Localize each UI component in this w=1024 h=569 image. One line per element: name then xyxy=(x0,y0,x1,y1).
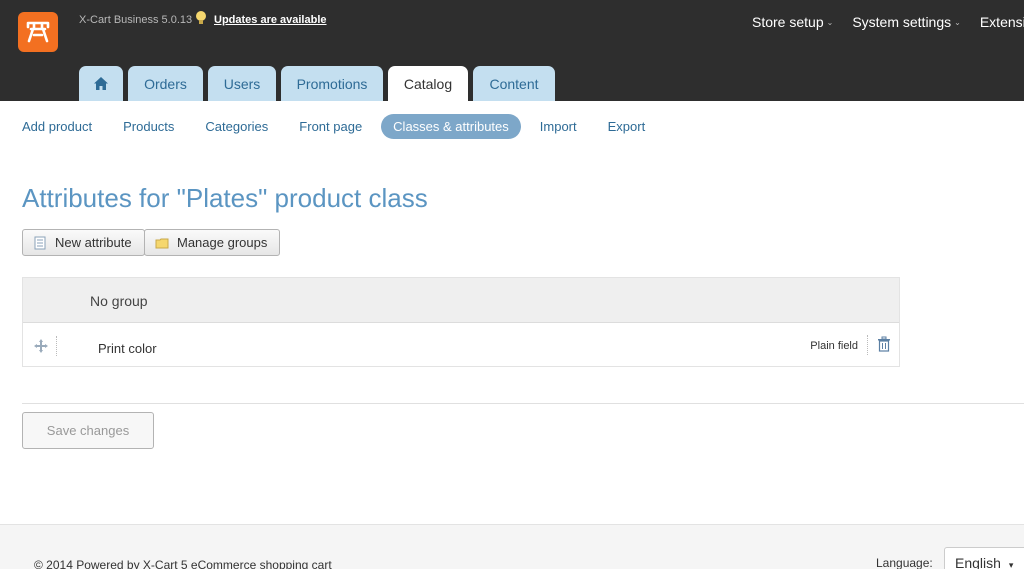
xcart-logo[interactable] xyxy=(18,12,58,52)
catalog-subnav: Add product Products Categories Front pa… xyxy=(10,114,664,139)
logo-icon xyxy=(26,21,50,43)
updates-link[interactable]: Updates are available xyxy=(214,14,327,26)
tab-catalog[interactable]: Catalog xyxy=(388,66,468,101)
topnav-extensions[interactable]: Extensions xyxy=(980,14,1024,30)
subnav-export[interactable]: Export xyxy=(596,114,658,139)
page-title: Attributes for "Plates" product class xyxy=(22,183,428,213)
subnav-classes-attributes[interactable]: Classes & attributes xyxy=(381,114,521,139)
tab-users[interactable]: Users xyxy=(208,66,276,101)
manage-groups-button[interactable]: Manage groups xyxy=(144,229,281,256)
subnav-add-product[interactable]: Add product xyxy=(10,114,104,139)
table-row: Print color Plain field xyxy=(23,323,899,367)
subnav-import[interactable]: Import xyxy=(528,114,589,139)
tab-content[interactable]: Content xyxy=(473,66,555,101)
lightbulb-icon xyxy=(196,11,206,24)
tab-home[interactable] xyxy=(79,66,123,101)
top-header: X-Cart Business 5.0.13 Updates are avail… xyxy=(0,0,1024,101)
group-header: No group xyxy=(23,278,899,323)
chevron-down-icon: ⌄ xyxy=(954,17,961,27)
divider xyxy=(867,335,868,355)
divider xyxy=(56,336,57,356)
language-label: Language: xyxy=(876,556,933,569)
main-tabs: Orders Users Promotions Catalog Content xyxy=(79,66,560,101)
tab-promotions[interactable]: Promotions xyxy=(281,66,383,101)
drag-handle-icon[interactable] xyxy=(33,338,49,354)
top-nav: Store setup⌄ System settings⌄ Extensions xyxy=(752,14,1024,30)
save-changes-button[interactable]: Save changes xyxy=(22,412,154,449)
chevron-down-icon: ⌄ xyxy=(826,17,834,27)
group-label: No group xyxy=(90,293,148,309)
footer: © 2014 Powered by X-Cart 5 eCommerce sho… xyxy=(0,524,1024,569)
attribute-name[interactable]: Print color xyxy=(98,341,157,356)
document-icon xyxy=(34,236,46,249)
copyright-text: © 2014 Powered by X-Cart 5 eCommerce sho… xyxy=(34,558,332,569)
chevron-down-icon: ▾ xyxy=(1008,560,1014,569)
attribute-type[interactable]: Plain field xyxy=(810,340,858,352)
trash-icon[interactable] xyxy=(877,336,891,352)
new-attribute-button[interactable]: New attribute xyxy=(22,229,145,256)
attributes-table: No group Print color Plain field xyxy=(22,277,900,367)
language-select[interactable]: English ▾ xyxy=(944,547,1024,569)
folder-icon xyxy=(155,238,169,248)
version-label: X-Cart Business 5.0.13 xyxy=(79,14,193,26)
tab-orders[interactable]: Orders xyxy=(128,66,203,101)
subnav-front-page[interactable]: Front page xyxy=(287,114,374,139)
subnav-products[interactable]: Products xyxy=(111,114,186,139)
home-icon xyxy=(94,77,108,90)
divider xyxy=(22,403,1024,404)
topnav-system-settings[interactable]: System settings ⌄ xyxy=(852,14,961,30)
subnav-categories[interactable]: Categories xyxy=(193,114,280,139)
topnav-store-setup[interactable]: Store setup ⌄ xyxy=(752,14,833,30)
